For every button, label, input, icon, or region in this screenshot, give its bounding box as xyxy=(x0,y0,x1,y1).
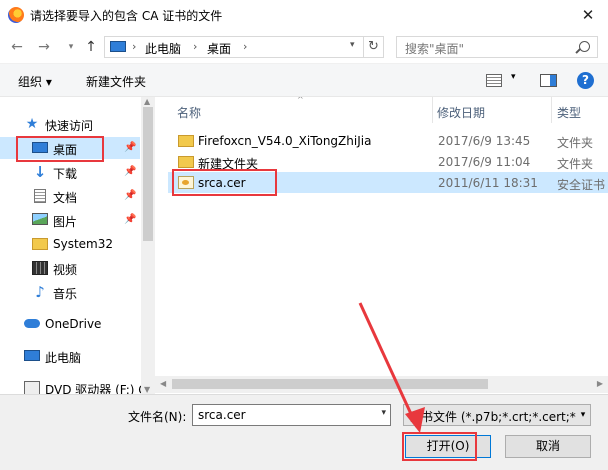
annotation-arrow xyxy=(358,302,425,433)
